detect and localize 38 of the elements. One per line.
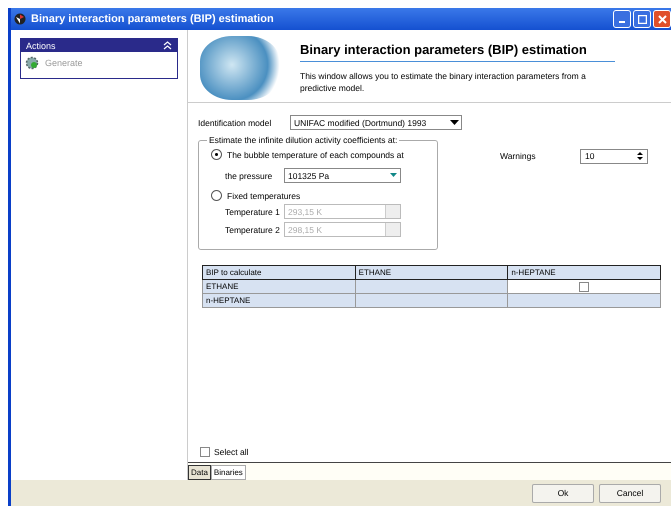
column-header: n-HEPTANE bbox=[508, 266, 660, 280]
group-legend: Estimate the infinite dilution activity coefficients at: bbox=[207, 135, 400, 145]
tab[interactable]: Data bbox=[188, 465, 211, 480]
dropdown-icon bbox=[450, 120, 458, 126]
radio-option[interactable]: The bubble temperature of each compounds at bbox=[211, 149, 404, 160]
minimize-icon bbox=[619, 21, 625, 23]
minimize-button[interactable] bbox=[613, 10, 631, 28]
maximize-icon bbox=[638, 14, 646, 24]
field-label: the pressure bbox=[225, 170, 274, 180]
window-title: Binary interaction parameters (BIP) estimation bbox=[31, 13, 275, 25]
maximize-button[interactable] bbox=[633, 10, 651, 28]
close-button[interactable] bbox=[653, 10, 671, 28]
ok-button[interactable]: Ok bbox=[532, 484, 594, 502]
page-title: Binary interaction parameters (BIP) estimation bbox=[300, 42, 615, 62]
page-description: This window allows you to estimate the binary interaction parameters from a predictive model. bbox=[300, 70, 587, 95]
row-header: ETHANE bbox=[202, 280, 356, 294]
panel-header[interactable]: Actions bbox=[21, 39, 177, 52]
pressure-dropdown[interactable]: 101325 Pa bbox=[284, 168, 401, 183]
dropdown-icon bbox=[390, 173, 396, 178]
column-header: BIP to calculate bbox=[202, 266, 356, 280]
field-label: Temperature 2 bbox=[225, 224, 281, 234]
radio-option[interactable]: Fixed temperatures bbox=[211, 190, 300, 201]
column-header: ETHANE bbox=[355, 266, 508, 280]
spin-arrows-icon bbox=[637, 151, 643, 161]
checkbox[interactable] bbox=[579, 282, 590, 292]
app-icon bbox=[14, 13, 26, 25]
cancel-button[interactable]: Cancel bbox=[599, 484, 661, 502]
warnings-spinner[interactable]: 10 bbox=[580, 148, 648, 164]
row-header: n-HEPTANE bbox=[202, 294, 356, 308]
model-dropdown[interactable]: UNIFAC modified (Dortmund) 1993 bbox=[290, 115, 462, 130]
select-all-checkbox[interactable]: Select all bbox=[200, 447, 248, 457]
field-label: Temperature 1 bbox=[225, 206, 281, 216]
panel-title: Actions bbox=[26, 40, 56, 50]
gear-icon bbox=[25, 56, 39, 70]
close-icon bbox=[658, 14, 666, 24]
field-label: Warnings bbox=[500, 151, 537, 161]
field-label: Identification model bbox=[198, 118, 272, 128]
tab[interactable]: Binaries bbox=[210, 465, 246, 480]
